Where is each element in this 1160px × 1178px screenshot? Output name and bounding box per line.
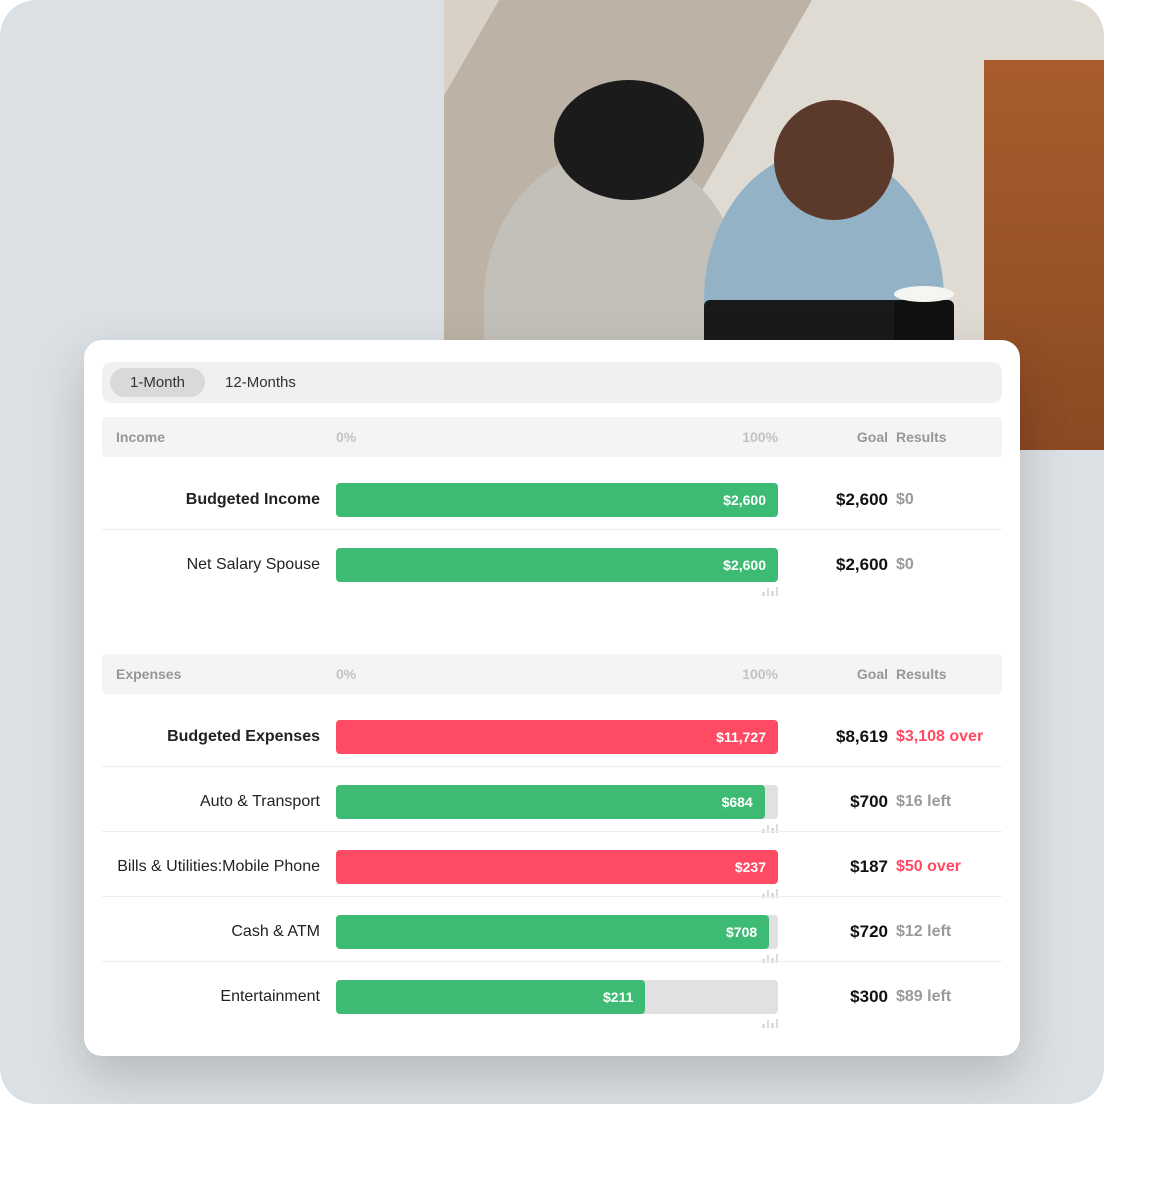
budget-row[interactable]: Entertainment$211 $300$89 left <box>102 961 1002 1026</box>
tab-12-months[interactable]: 12-Months <box>205 368 316 397</box>
row-goal: $2,600 <box>798 490 888 510</box>
row-result: $3,108 over <box>888 728 988 746</box>
row-label: Budgeted Income <box>116 491 336 509</box>
progress-fill: $11,727 <box>336 720 778 754</box>
expenses-title: Expenses <box>116 666 336 682</box>
row-goal: $187 <box>798 857 888 877</box>
scale-start: 0% <box>336 429 356 445</box>
budget-panel: 1-Month 12-Months Income 0% 100% Goal Re… <box>84 340 1020 1056</box>
row-result: $12 left <box>888 923 988 941</box>
budget-row[interactable]: Net Salary Spouse$2,600$2,600$0 <box>102 529 1002 594</box>
col-results: Results <box>888 429 988 445</box>
row-label: Cash & ATM <box>116 923 336 941</box>
progress-fill: $2,600 <box>336 548 778 582</box>
income-header: Income 0% 100% Goal Results <box>102 417 1002 457</box>
summary-row[interactable]: Budgeted Income$2,600$2,600$0 <box>102 465 1002 529</box>
scale-start: 0% <box>336 666 356 682</box>
row-goal: $2,600 <box>798 555 888 575</box>
income-rows: Budgeted Income$2,600$2,600$0Net Salary … <box>84 457 1020 594</box>
row-goal: $8,619 <box>798 727 888 747</box>
tab-1-month[interactable]: 1-Month <box>110 368 205 397</box>
scale-end: 100% <box>742 429 778 445</box>
progress-fill: $237 <box>336 850 778 884</box>
scale-labels: 0% 100% <box>336 666 798 682</box>
expenses-header: Expenses 0% 100% Goal Results <box>102 654 1002 694</box>
budget-row[interactable]: Bills & Utilities:Mobile Phone$237 $187$5… <box>102 831 1002 896</box>
row-label: Net Salary Spouse <box>116 556 336 574</box>
row-goal: $300 <box>798 987 888 1007</box>
row-goal: $700 <box>798 792 888 812</box>
progress-fill: $684 <box>336 785 765 819</box>
scale-labels: 0% 100% <box>336 429 798 445</box>
progress-bar: $2,600 <box>336 483 778 517</box>
income-title: Income <box>116 429 336 445</box>
row-result: $50 over <box>888 858 988 876</box>
progress-bar: $684 <box>336 785 778 819</box>
progress-fill: $2,600 <box>336 483 778 517</box>
progress-bar: $237 <box>336 850 778 884</box>
progress-fill: $211 <box>336 980 645 1014</box>
mini-chart-icon[interactable] <box>762 1018 778 1028</box>
row-result: $16 left <box>888 793 988 811</box>
expense-rows: Budgeted Expenses$11,727 $8,619$3,108 ove… <box>84 694 1020 1026</box>
summary-row[interactable]: Budgeted Expenses$11,727 $8,619$3,108 ove… <box>102 702 1002 766</box>
row-result: $0 <box>888 556 988 574</box>
row-result: $89 left <box>888 988 988 1006</box>
col-goal: Goal <box>798 429 888 445</box>
progress-bar: $708 <box>336 915 778 949</box>
row-result: $0 <box>888 491 988 509</box>
progress-bar: $211 <box>336 980 778 1014</box>
row-label: Budgeted Expenses <box>116 728 336 746</box>
progress-bar: $2,600 <box>336 548 778 582</box>
budget-row[interactable]: Auto & Transport$684 $700$16 left <box>102 766 1002 831</box>
mini-chart-icon[interactable] <box>762 586 778 596</box>
scale-end: 100% <box>742 666 778 682</box>
row-goal: $720 <box>798 922 888 942</box>
row-label: Auto & Transport <box>116 793 336 811</box>
progress-fill: $708 <box>336 915 769 949</box>
time-range-tabs: 1-Month 12-Months <box>102 362 1002 403</box>
row-label: Entertainment <box>116 988 336 1006</box>
progress-bar: $11,727 <box>336 720 778 754</box>
col-goal: Goal <box>798 666 888 682</box>
row-label: Bills & Utilities:Mobile Phone <box>116 858 336 876</box>
budget-row[interactable]: Cash & ATM$708 $720$12 left <box>102 896 1002 961</box>
col-results: Results <box>888 666 988 682</box>
promo-card: 1-Month 12-Months Income 0% 100% Goal Re… <box>0 0 1104 1104</box>
